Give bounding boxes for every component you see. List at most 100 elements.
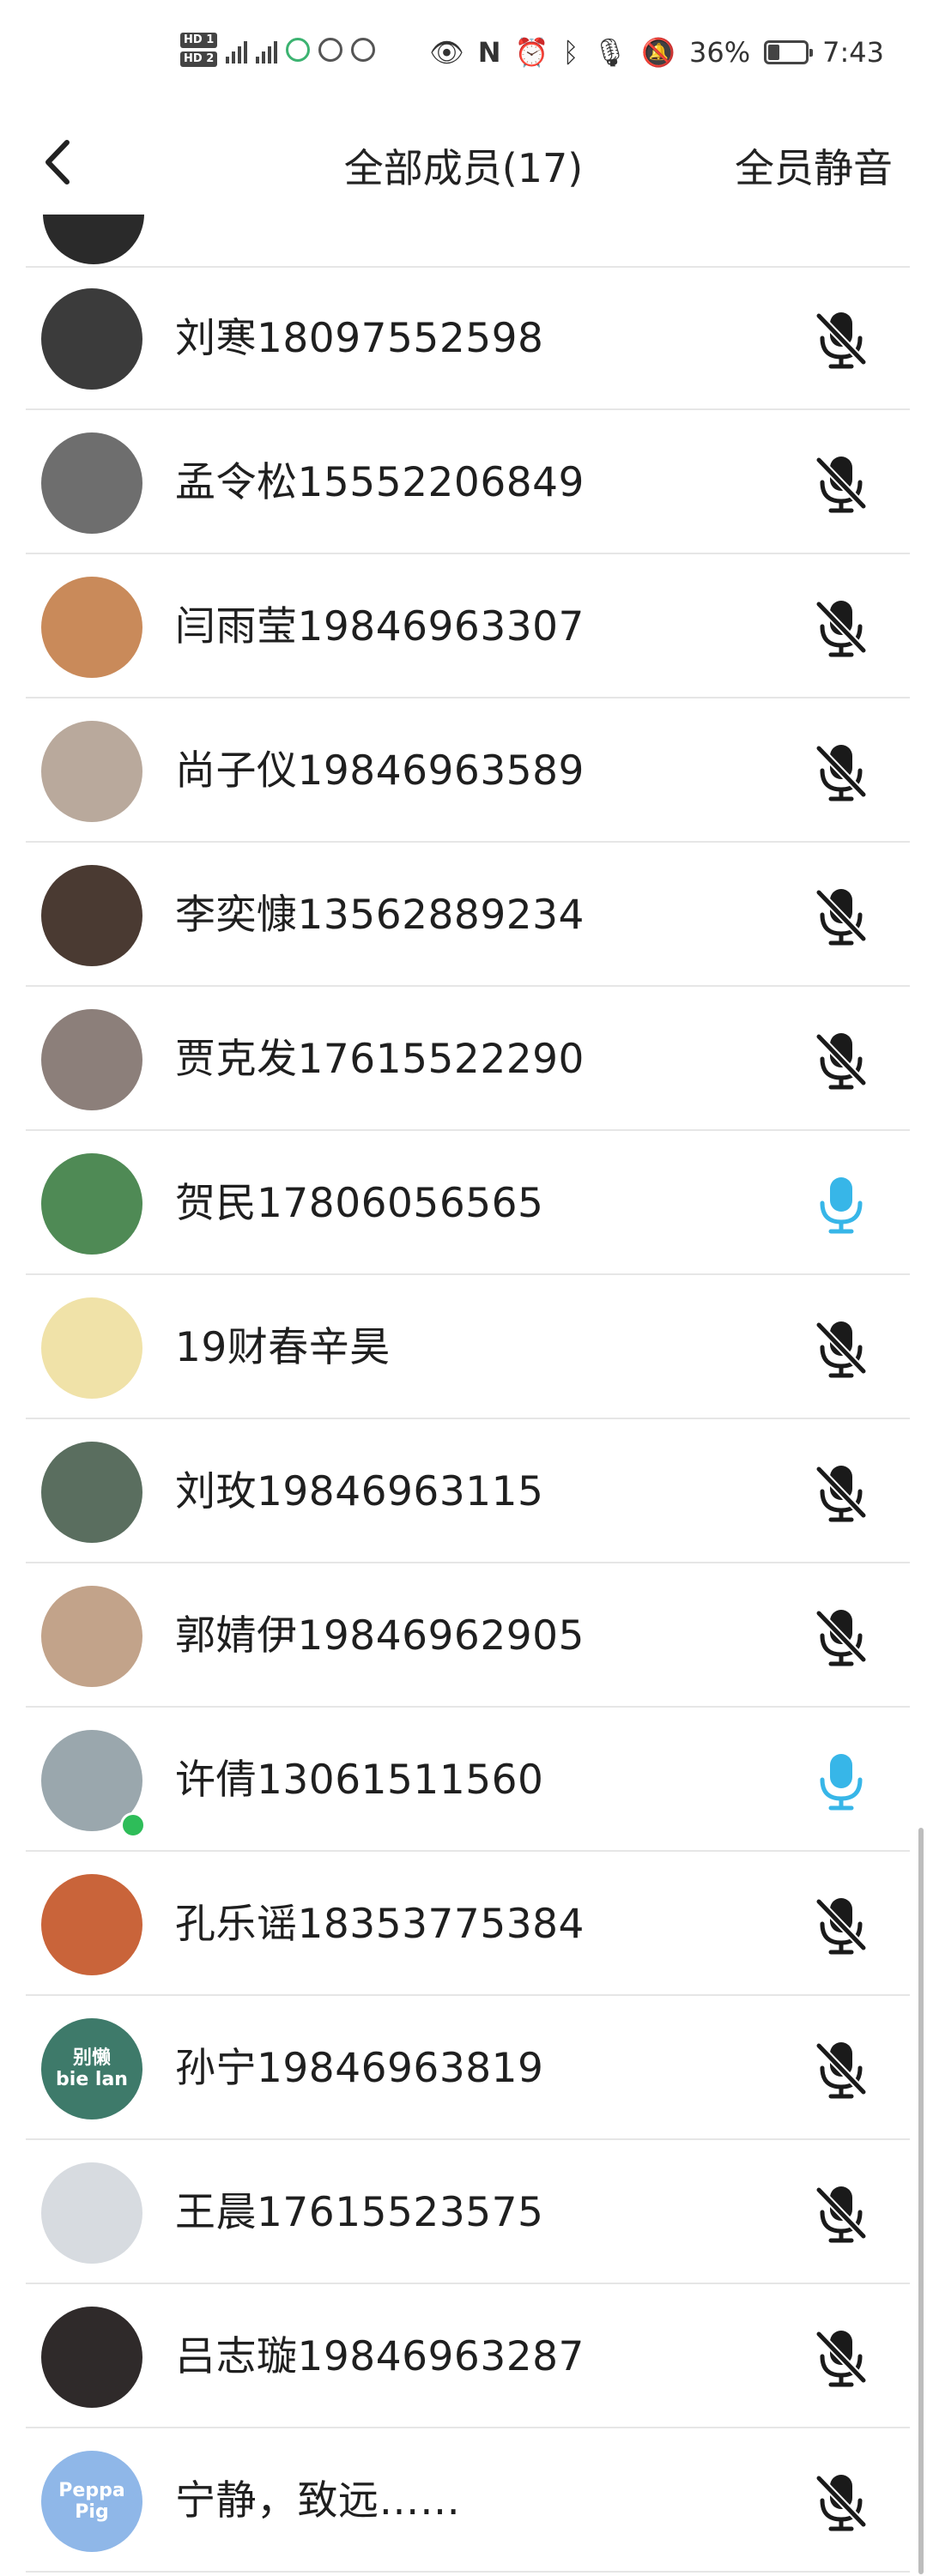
- member-name: 王晨17615523575: [175, 2189, 544, 2236]
- mic-off-icon: [815, 311, 868, 369]
- list-item[interactable]: 19财春辛昊: [26, 1277, 910, 1419]
- mic-status-icon: 🎙: [592, 36, 628, 69]
- hd1-badge: HD 1: [180, 33, 218, 48]
- member-name: 孔乐谣18353775384: [175, 1901, 585, 1948]
- avatar[interactable]: Peppa Pig: [41, 2451, 142, 2552]
- list-item[interactable]: 别懒 bie lan 孙宁19846963819: [26, 1998, 910, 2140]
- avatar[interactable]: [41, 2307, 142, 2408]
- mic-muted-button[interactable]: [807, 738, 876, 807]
- avatar-text: 别懒 bie lan: [56, 2047, 128, 2090]
- hd-badges: HD 1 HD 2: [180, 33, 218, 67]
- bell-off-icon: 🔕: [641, 36, 676, 69]
- mic-off-icon: [815, 456, 868, 513]
- alarm-icon: ⏰: [514, 36, 549, 69]
- battery-icon: [764, 40, 814, 64]
- avatar[interactable]: [41, 721, 142, 822]
- speaking-badge-icon: [120, 1812, 146, 1838]
- status-bar: HD 1 HD 2 👁 N ⏰ ᛒ 🎙 🔕 36% 7:43: [0, 0, 927, 112]
- mic-muted-button[interactable]: [807, 2180, 876, 2248]
- mic-muted-button[interactable]: [807, 450, 876, 518]
- clock: 7:43: [822, 36, 884, 69]
- list-item[interactable]: 贾克发17615522290: [26, 989, 910, 1131]
- member-name: 许倩13061511560: [175, 1757, 544, 1804]
- list-item[interactable]: 李奕慷13562889234: [26, 844, 910, 987]
- avatar: [43, 215, 144, 264]
- mic-muted-button[interactable]: [807, 882, 876, 951]
- partial-list-item: [26, 215, 910, 268]
- avatar-text: Peppa Pig: [58, 2479, 125, 2523]
- member-name: 吕志璇19846963287: [175, 2333, 585, 2380]
- mic-muted-button[interactable]: [807, 2468, 876, 2537]
- avatar[interactable]: [41, 1153, 142, 1255]
- avatar[interactable]: [41, 1297, 142, 1399]
- mute-all-button[interactable]: 全员静音: [735, 137, 893, 194]
- app-notify-icon: [351, 38, 376, 62]
- mic-muted-button[interactable]: [807, 2324, 876, 2392]
- mic-off-icon: [815, 2041, 868, 2099]
- avatar[interactable]: [41, 865, 142, 966]
- mic-off-icon: [815, 1609, 868, 1666]
- eye-icon: 👁: [429, 36, 464, 69]
- list-item[interactable]: Peppa Pig 宁静，致远……: [26, 2430, 910, 2573]
- mic-muted-button[interactable]: [807, 305, 876, 374]
- avatar[interactable]: [41, 1442, 142, 1543]
- avatar[interactable]: [41, 288, 142, 390]
- status-left: HD 1 HD 2: [180, 33, 376, 67]
- mic-off-icon: [815, 2474, 868, 2531]
- avatar[interactable]: [41, 577, 142, 678]
- mic-off-icon: [815, 1897, 868, 1955]
- mic-icon: [820, 1177, 863, 1234]
- mic-muted-button[interactable]: [807, 1315, 876, 1383]
- scrollbar[interactable]: [918, 1828, 924, 2574]
- bluetooth-icon: ᛒ: [562, 36, 579, 69]
- mic-off-icon: [815, 2186, 868, 2243]
- avatar[interactable]: 别懒 bie lan: [41, 2018, 142, 2119]
- member-name: 孟令松15552206849: [175, 459, 585, 506]
- member-name: 孙宁19846963819: [175, 2045, 544, 2092]
- nfc-icon: N: [477, 36, 501, 69]
- member-name: 闫雨莹19846963307: [175, 603, 585, 650]
- mic-icon: [820, 1754, 863, 1811]
- signal-icon-2: [256, 36, 278, 63]
- mic-off-icon: [815, 2330, 868, 2387]
- member-name: 刘玫19846963115: [175, 1468, 544, 1515]
- list-item[interactable]: 闫雨莹19846963307: [26, 556, 910, 698]
- mic-muted-button[interactable]: [807, 594, 876, 662]
- mic-off-icon: [815, 1321, 868, 1378]
- mic-button[interactable]: [807, 1170, 876, 1239]
- avatar[interactable]: [41, 1586, 142, 1687]
- mic-off-icon: [815, 1465, 868, 1522]
- avatar[interactable]: [41, 1874, 142, 1975]
- list-item[interactable]: 许倩13061511560: [26, 1709, 910, 1852]
- mic-button[interactable]: [807, 1747, 876, 1816]
- status-right: 👁 N ⏰ ᛒ 🎙 🔕 36% 7:43: [429, 36, 884, 69]
- list-item[interactable]: 刘玫19846963115: [26, 1421, 910, 1563]
- signal-icon: [226, 36, 248, 63]
- hd2-badge: HD 2: [180, 51, 218, 67]
- avatar[interactable]: [41, 1009, 142, 1110]
- member-name: 贾克发17615522290: [175, 1036, 585, 1083]
- member-name: 尚子仪19846963589: [175, 747, 585, 795]
- header: 全部成员(17) 全员静音: [0, 112, 927, 215]
- mic-muted-button[interactable]: [807, 1891, 876, 1960]
- mic-off-icon: [815, 888, 868, 946]
- mic-muted-button[interactable]: [807, 1459, 876, 1527]
- mic-muted-button[interactable]: [807, 1603, 876, 1672]
- list-item[interactable]: 贺民17806056565: [26, 1133, 910, 1275]
- list-item[interactable]: 尚子仪19846963589: [26, 700, 910, 843]
- mic-off-icon: [815, 744, 868, 801]
- list-item[interactable]: 孟令松15552206849: [26, 412, 910, 554]
- list-item[interactable]: 刘寒18097552598: [26, 268, 910, 410]
- list-item[interactable]: 吕志璇19846963287: [26, 2286, 910, 2428]
- mic-off-icon: [815, 1032, 868, 1090]
- member-name: 刘寒18097552598: [175, 315, 544, 362]
- list-item[interactable]: 郭婧伊19846962905: [26, 1565, 910, 1708]
- avatar[interactable]: [41, 432, 142, 534]
- member-name: 贺民17806056565: [175, 1180, 544, 1227]
- battery-percent: 36%: [689, 36, 751, 69]
- list-item[interactable]: 王晨17615523575: [26, 2142, 910, 2284]
- mic-muted-button[interactable]: [807, 2035, 876, 2104]
- mic-muted-button[interactable]: [807, 1026, 876, 1095]
- avatar[interactable]: [41, 2162, 142, 2264]
- list-item[interactable]: 孔乐谣18353775384: [26, 1853, 910, 1996]
